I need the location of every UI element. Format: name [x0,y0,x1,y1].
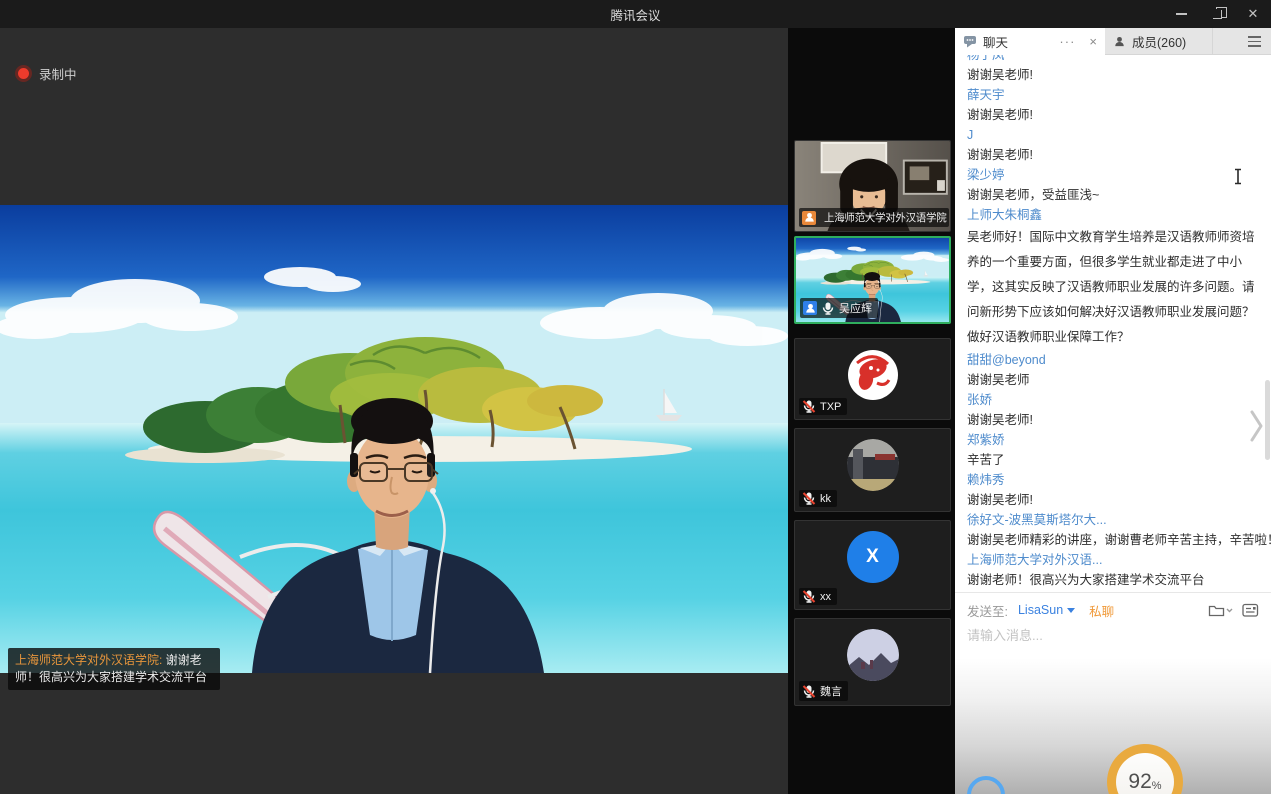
chat-message: 郑紫娇辛苦了 [967,430,1261,470]
caption-speaker: 上海师范大学对外汉语学院: [15,653,162,667]
tab-chat[interactable]: 聊天 ··· × [955,28,1105,55]
text-cursor [1233,168,1243,190]
chat-close-button[interactable]: × [1089,34,1097,49]
avatar: X [847,531,899,583]
participant-tile[interactable]: kk [794,428,951,512]
main-video-area[interactable]: 录制中 上海师范大学对外汉语学院: 谢谢老师！很高兴为大家搭建学术交流平台 [0,28,788,794]
chat-panel: 聊天 ··· × 成员(260) 杨子凤谢谢吴老师! 薛天宇谢谢吴老师! J谢谢… [955,28,1271,794]
chat-caption-overlay: 上海师范大学对外汉语学院: 谢谢老师！很高兴为大家搭建学术交流平台 [8,648,220,690]
folder-icon[interactable] [1208,603,1234,618]
member-badge-icon [803,301,817,315]
progress-value: 92 [1128,770,1151,794]
private-chat-badge: 私聊 [1089,601,1114,620]
speaker-video-frame [0,205,788,673]
chat-message-list[interactable]: 杨子凤谢谢吴老师! 薛天宇谢谢吴老师! J谢谢吴老师! 梁少婷谢谢吴老师，受益匪… [955,55,1271,593]
avatar [847,349,899,401]
recording-dot-icon [18,68,29,79]
avatar [847,439,899,491]
participant-name: kk [820,493,831,505]
participant-label: 吴应辉 [800,298,878,318]
window-controls: ✕ [1163,0,1271,28]
tab-members-label: 成员(260) [1132,32,1186,51]
minimize-button[interactable] [1163,0,1199,28]
participant-tile[interactable]: TXP [794,338,951,420]
participant-tile[interactable]: 魏言 [794,618,951,706]
recording-label: 录制中 [39,64,77,83]
participant-thumbnail-column: 上海师范大学对外汉语学院 吴应辉 TXP [788,28,955,794]
recipient-name: LisaSun [1018,603,1063,617]
panel-collapse-button[interactable] [1249,408,1265,449]
participant-name: 吴应辉 [839,300,872,316]
chat-message: 上师大朱桐鑫吴老师好！国际中文教育学生培养是汉语教师师资培养的一个重要方面，但很… [967,205,1261,350]
chat-message: 徐好文-波黑莫斯塔尔大...谢谢吴老师精彩的讲座，谢谢曹老师辛苦主持，辛苦啦！ [967,510,1261,550]
chat-scrollbar[interactable] [1265,380,1270,460]
tab-members[interactable]: 成员(260) [1105,28,1213,55]
mic-muted-icon [802,400,816,413]
participant-tile[interactable]: 上海师范大学对外汉语学院 [794,140,951,232]
chat-tabbar: 聊天 ··· × 成员(260) [955,28,1271,55]
mic-muted-icon [802,492,816,505]
participant-name: TXP [820,401,841,413]
chat-message: 杨子凤谢谢吴老师! [967,55,1261,85]
chat-more-button[interactable]: ··· [1059,34,1075,49]
mic-muted-icon [802,685,816,698]
chat-message: 甜甜@beyond谢谢吴老师 [967,350,1261,390]
island-virtual-background [0,205,788,673]
chat-message: 张娇谢谢吴老师! [967,390,1261,430]
close-button[interactable]: ✕ [1235,0,1271,28]
participant-name: xx [820,591,831,603]
chat-message: 赖炜秀谢谢吴老师! [967,470,1261,510]
host-badge-icon [802,211,816,225]
recording-indicator: 录制中 [18,64,77,83]
chat-history-icon[interactable] [1242,603,1259,618]
chat-message: J谢谢吴老师! [967,125,1261,165]
tab-chat-label: 聊天 [983,32,1008,51]
participant-tile[interactable]: 吴应辉 [794,236,951,324]
send-to-label: 发送至: [967,601,1008,620]
participant-name: 上海师范大学对外汉语学院 [824,210,946,225]
send-to-row: 发送至: LisaSun 私聊 [967,598,1259,622]
chat-bubble-icon [963,35,977,48]
members-icon [1113,35,1126,48]
window-title: 腾讯会议 [610,5,660,24]
message-input[interactable] [967,624,1257,646]
recipient-dropdown[interactable]: LisaSun [1018,603,1075,617]
participant-label: 魏言 [799,681,848,701]
avatar [847,629,899,681]
participant-label: 上海师范大学对外汉语学院 [799,208,949,227]
restore-icon [1213,10,1222,19]
mic-on-icon [821,302,835,315]
chat-message: 梁少婷谢谢吴老师，受益匪浅~ [967,165,1261,205]
mic-muted-icon [802,590,816,603]
chevron-right-icon [1249,408,1265,444]
progress-unit: % [1152,780,1162,792]
participant-label: xx [799,588,837,605]
chat-message: 上海师范大学对外汉语...谢谢老师！很高兴为大家搭建学术交流平台 [967,550,1261,590]
participant-name: 魏言 [820,683,842,699]
chat-message: 薛天宇谢谢吴老师! [967,85,1261,125]
participant-label: kk [799,490,837,507]
restore-button[interactable] [1199,0,1235,28]
participant-tile[interactable]: X xx [794,520,951,610]
minimize-icon [1176,13,1187,15]
panel-menu-button[interactable] [1237,28,1271,55]
tencent-meeting-window: 腾讯会议 ✕ 录制中 上海师范大学对外汉语学院: 谢谢老师！很高兴为大家搭建学术… [0,0,1271,794]
divider [955,592,1271,593]
participant-label: TXP [799,398,847,415]
window-titlebar: 腾讯会议 ✕ [0,0,1271,28]
chevron-down-icon [1067,608,1075,613]
